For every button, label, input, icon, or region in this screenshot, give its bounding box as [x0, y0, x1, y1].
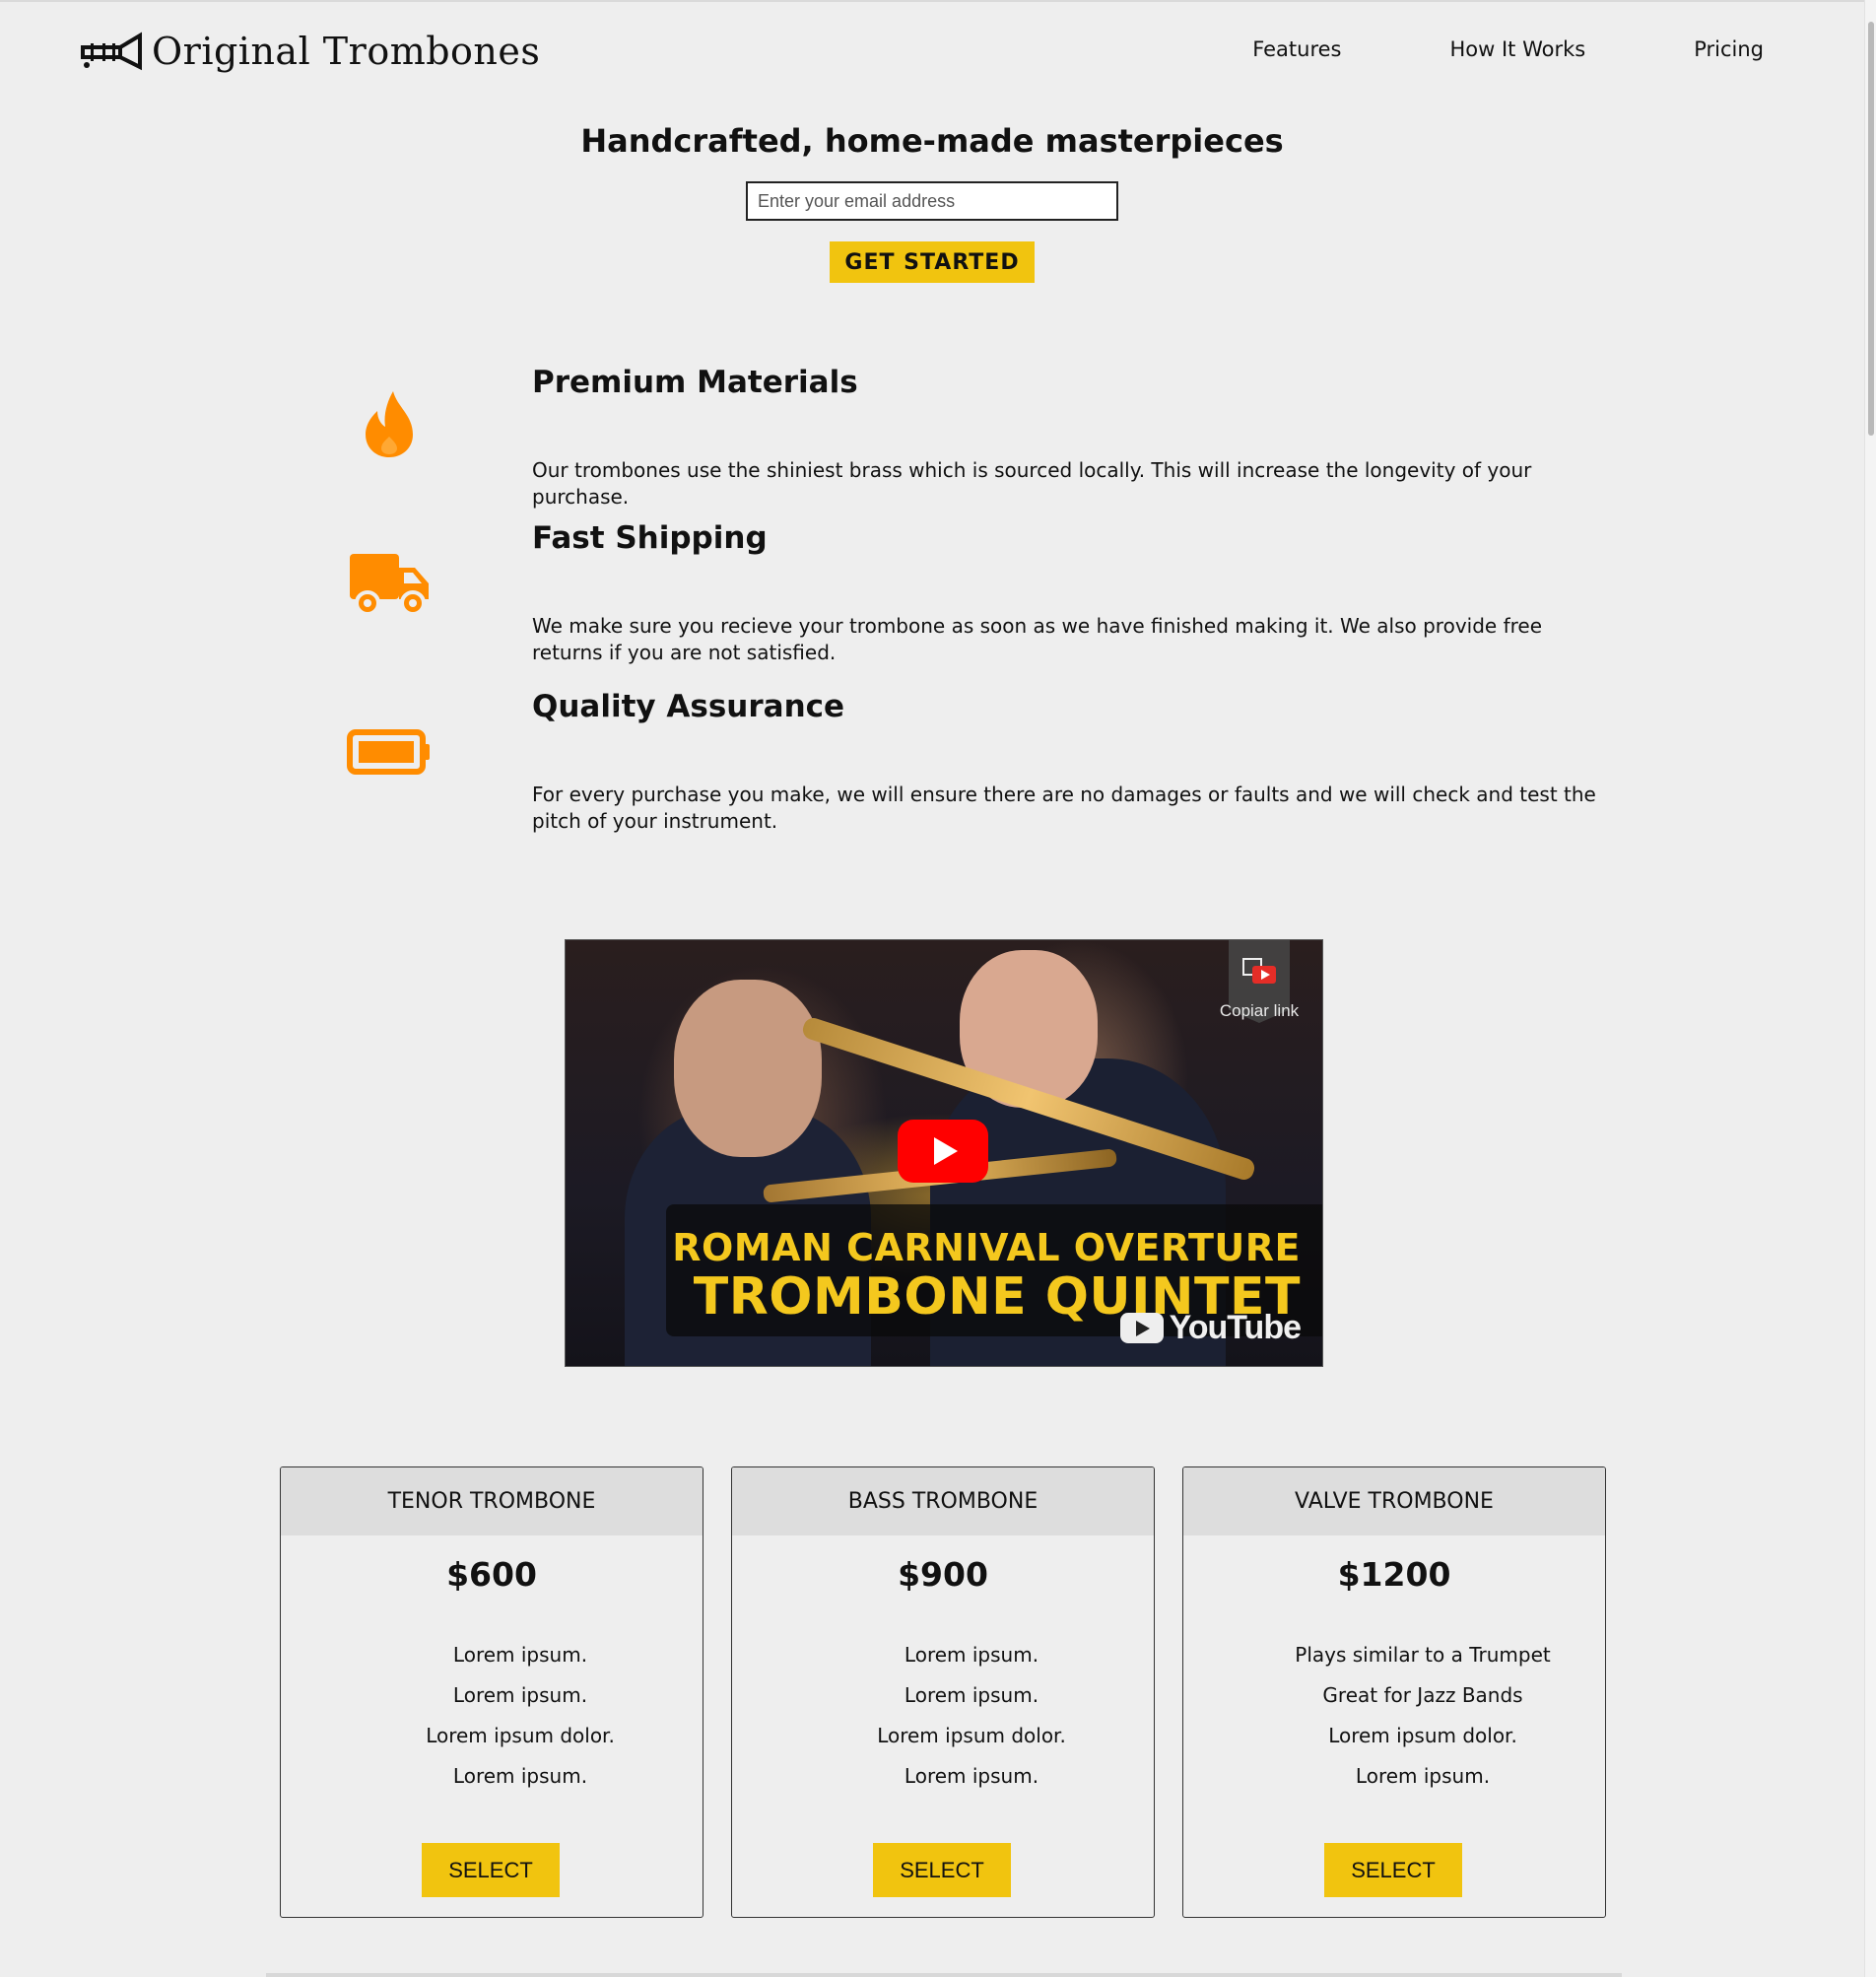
feature-title: Premium Materials [532, 365, 858, 400]
list-item: Lorem ipsum. [1355, 1764, 1491, 1788]
video-figure-left-head [674, 980, 822, 1157]
nav-link-features[interactable]: Features [1252, 37, 1341, 61]
list-item: Lorem ipsum dolor. [1328, 1724, 1517, 1747]
card-feature-list: Plays similar to a Trumpet Great for Jaz… [1183, 1635, 1605, 1797]
youtube-icon [1119, 1313, 1164, 1343]
video-embed[interactable]: ROMAN CARNIVAL OVERTURE TROMBONE QUINTET… [565, 939, 1323, 1367]
pricing-section: TENOR TROMBONE $600 Lorem ipsum. Lorem i… [280, 1466, 1608, 1920]
play-icon [933, 1137, 958, 1165]
feature-text: Our trombones use the shiniest brass whi… [532, 458, 1532, 509]
card-title: BASS TROMBONE [732, 1467, 1154, 1535]
feature-title: Fast Shipping [532, 520, 768, 556]
list-item: Lorem ipsum. [452, 1683, 588, 1707]
get-started-button[interactable]: GET STARTED [830, 241, 1035, 283]
logo[interactable]: Original Trombones [79, 24, 540, 79]
page: Original Trombones Features How It Works… [0, 0, 1876, 1977]
feature-text: For every purchase you make, we will ens… [532, 783, 1596, 833]
pricing-card-valve: VALVE TROMBONE $1200 Plays similar to a … [1182, 1466, 1606, 1918]
list-item: Lorem ipsum. [904, 1643, 1039, 1667]
header: Original Trombones Features How It Works… [0, 0, 1852, 103]
card-title: TENOR TROMBONE [281, 1467, 703, 1535]
copy-link-label: Copiar link [1219, 1001, 1300, 1020]
video-title-line1: ROMAN CARNIVAL OVERTURE [672, 1226, 1301, 1269]
hero-section: Handcrafted, home-made masterpieces GET … [0, 122, 1864, 283]
fire-icon [345, 384, 434, 463]
trombone-icon [81, 32, 142, 71]
main-nav: Features How It Works Pricing [1252, 37, 1764, 61]
battery-icon [345, 713, 434, 791]
nav-link-pricing[interactable]: Pricing [1694, 37, 1764, 61]
youtube-label: YouTube [1169, 1309, 1302, 1346]
nav-link-how-it-works[interactable]: How It Works [1449, 37, 1585, 61]
brand-name: Original Trombones [152, 30, 541, 73]
list-item: Lorem ipsum dolor. [426, 1724, 615, 1747]
email-input[interactable] [746, 181, 1118, 221]
pricing-card-tenor: TENOR TROMBONE $600 Lorem ipsum. Lorem i… [280, 1466, 704, 1918]
list-item: Great for Jazz Bands [1322, 1683, 1523, 1707]
list-item: Lorem ipsum dolor. [877, 1724, 1066, 1747]
list-item: Lorem ipsum. [904, 1683, 1039, 1707]
list-item: Lorem ipsum. [452, 1643, 588, 1667]
feature-title: Quality Assurance [532, 689, 845, 724]
select-button[interactable]: SELECT [873, 1843, 1011, 1897]
card-price: $900 [898, 1555, 988, 1594]
card-title: VALVE TROMBONE [1183, 1467, 1605, 1535]
card-feature-list: Lorem ipsum. Lorem ipsum. Lorem ipsum do… [732, 1635, 1154, 1797]
play-button[interactable] [898, 1120, 988, 1183]
list-item: Plays similar to a Trumpet [1295, 1643, 1551, 1667]
truck-icon [345, 544, 434, 623]
pricing-card-bass: BASS TROMBONE $900 Lorem ipsum. Lorem ip… [731, 1466, 1155, 1918]
scrollbar-thumb[interactable] [1868, 22, 1874, 436]
vertical-scrollbar[interactable] [1864, 0, 1876, 1977]
list-item: Lorem ipsum. [904, 1764, 1039, 1788]
card-price: $1200 [1337, 1555, 1451, 1594]
card-feature-list: Lorem ipsum. Lorem ipsum. Lorem ipsum do… [281, 1635, 703, 1797]
youtube-logo[interactable]: YouTube [1119, 1309, 1302, 1347]
select-button[interactable]: SELECT [1324, 1843, 1462, 1897]
copy-link-icon [1242, 958, 1276, 984]
hero-title: Handcrafted, home-made masterpieces [580, 122, 1284, 160]
footer-divider [266, 1973, 1622, 1977]
feature-text: We make sure you recieve your trombone a… [532, 614, 1542, 664]
select-button[interactable]: SELECT [422, 1843, 560, 1897]
list-item: Lorem ipsum. [452, 1764, 588, 1788]
card-price: $600 [446, 1555, 537, 1594]
